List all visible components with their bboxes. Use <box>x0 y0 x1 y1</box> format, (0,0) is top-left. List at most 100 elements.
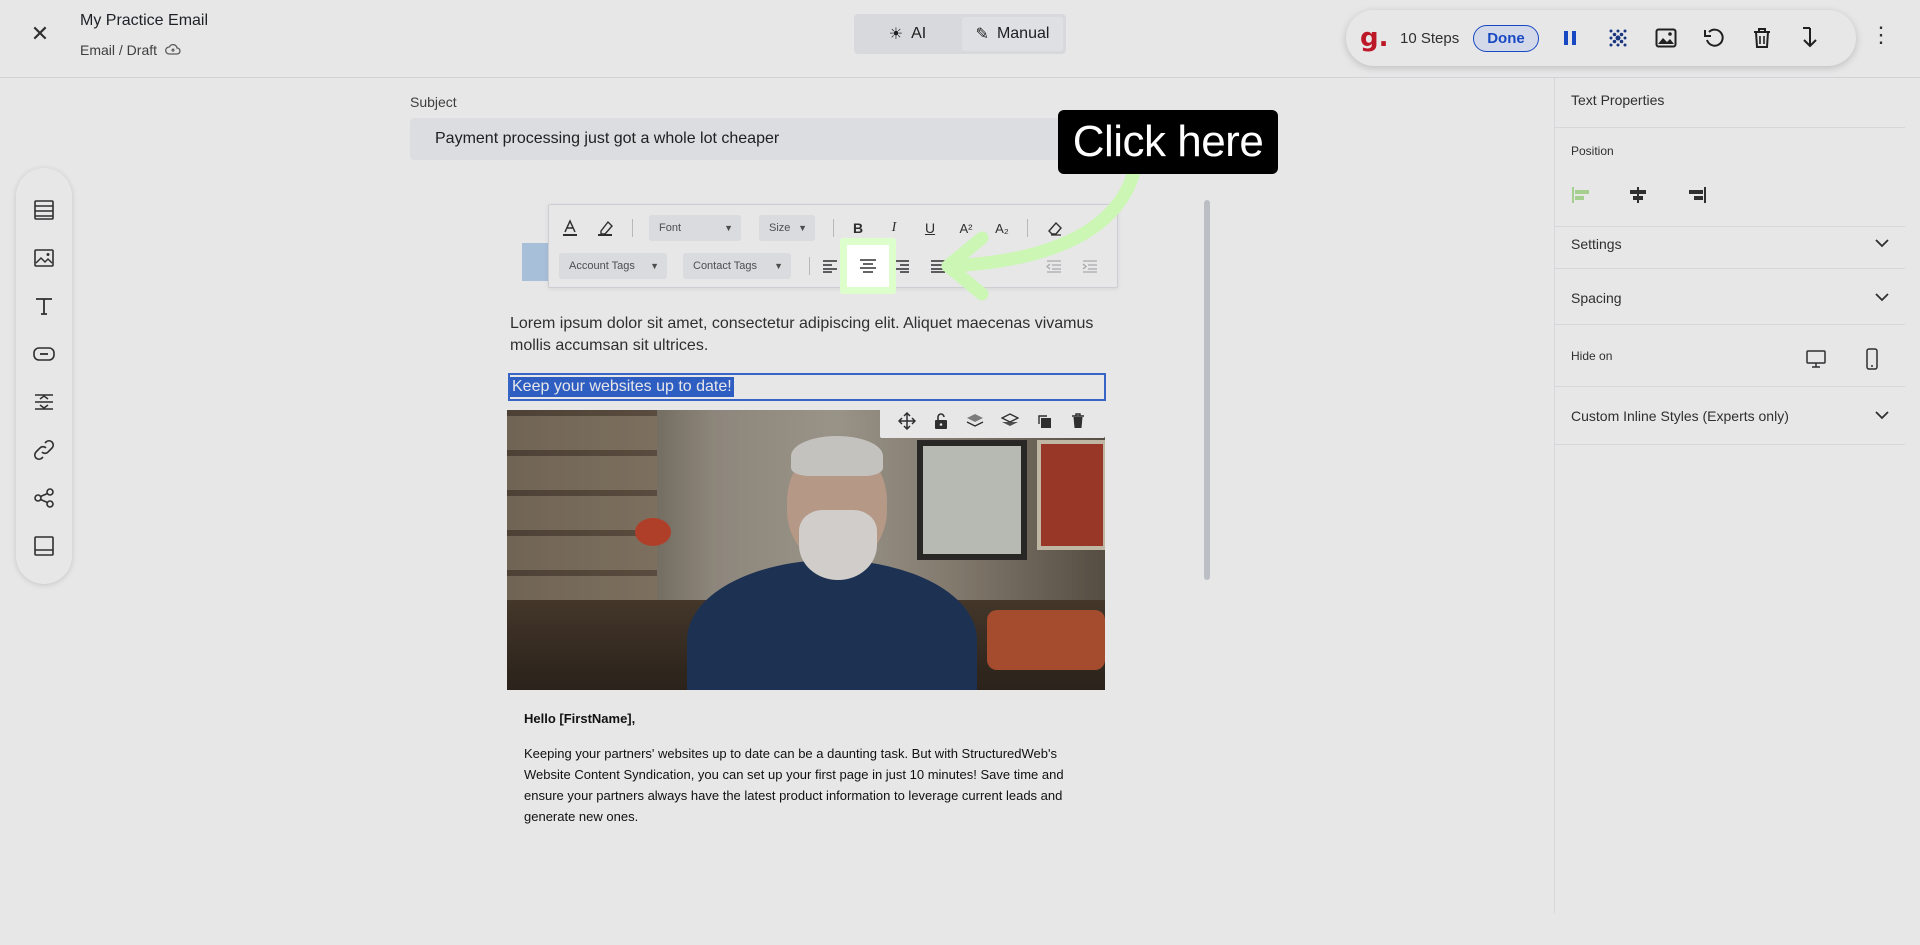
position-center-icon[interactable] <box>1625 182 1651 208</box>
custom-styles-label: Custom Inline Styles (Experts only) <box>1571 408 1789 424</box>
footer-icon[interactable] <box>32 534 56 558</box>
desktop-icon[interactable] <box>1803 346 1829 372</box>
steps-count: 10 Steps <box>1400 29 1460 47</box>
settings-label: Settings <box>1571 236 1622 252</box>
superscript-button[interactable]: A² <box>955 217 977 239</box>
close-icon[interactable]: ✕ <box>28 22 52 46</box>
social-icon[interactable] <box>32 486 56 510</box>
position-right-icon[interactable] <box>1683 182 1709 208</box>
delete-block-icon[interactable] <box>1067 410 1089 432</box>
rich-text-toolbar: Font ▼ Size ▼ B I U A² A₂ Account Tags ▼ Co… <box>548 204 1118 288</box>
align-justify-icon[interactable] <box>927 255 949 277</box>
account-tags-select[interactable]: Account Tags ▼ <box>559 253 667 279</box>
manual-mode-button[interactable]: ✎ Manual <box>962 17 1063 51</box>
left-tool-rail <box>16 168 72 584</box>
italic-button[interactable]: I <box>883 217 905 239</box>
panel-divider <box>1555 386 1905 387</box>
subject-label: Subject <box>410 94 457 110</box>
selected-row-marker <box>522 243 550 281</box>
ai-mode-label: AI <box>911 25 927 42</box>
top-bar: ✕ My Practice Email Email / Draft ☀ AI ✎… <box>0 0 1920 78</box>
chevron-down-icon <box>1875 409 1889 423</box>
bold-button[interactable]: B <box>847 217 869 239</box>
chevron-down-icon: ▼ <box>724 223 733 233</box>
panel-divider <box>1555 226 1905 227</box>
layer-down-icon[interactable] <box>999 410 1021 432</box>
subscript-button[interactable]: A₂ <box>991 217 1013 239</box>
sparkle-icon: ☀ <box>888 26 904 43</box>
spacing-section[interactable]: Spacing <box>1571 287 1889 309</box>
text-icon[interactable] <box>32 294 56 318</box>
canvas-scrollbar[interactable] <box>1204 200 1210 580</box>
toolbar-separator <box>632 219 633 237</box>
align-center-icon <box>860 259 876 273</box>
contact-tags-label: Contact Tags <box>693 260 758 272</box>
click-here-callout: Click here <box>1058 110 1278 174</box>
image-icon[interactable] <box>1649 21 1683 55</box>
image-icon[interactable] <box>32 246 56 270</box>
font-select-label: Font <box>659 222 682 234</box>
position-left-icon[interactable] <box>1569 182 1595 208</box>
delete-icon[interactable] <box>1745 21 1779 55</box>
manual-mode-label: Manual <box>996 25 1050 42</box>
panel-divider <box>1555 324 1905 325</box>
document-title: My Practice Email <box>80 12 209 29</box>
rows-icon[interactable] <box>32 198 56 222</box>
account-tags-label: Account Tags <box>569 260 635 272</box>
layer-up-icon[interactable] <box>964 410 986 432</box>
chevron-down-icon: ▼ <box>798 223 807 233</box>
spacing-label: Spacing <box>1571 290 1622 306</box>
image-person-beard <box>799 510 877 580</box>
toolbar-separator <box>833 219 834 237</box>
duplicate-icon[interactable] <box>1033 410 1055 432</box>
hide-on-label: Hide on <box>1571 349 1613 363</box>
document-breadcrumb: Email / Draft <box>80 42 181 58</box>
chevron-down-icon: ▼ <box>774 261 783 271</box>
clear-format-icon[interactable] <box>1044 217 1066 239</box>
toolbar-separator <box>1027 219 1028 237</box>
position-label: Position <box>1571 144 1614 158</box>
selected-heading-block[interactable]: Keep your websites up to date! <box>508 373 1106 401</box>
chevron-down-icon <box>1875 237 1889 251</box>
settings-section[interactable]: Settings <box>1571 233 1889 255</box>
mobile-icon[interactable] <box>1859 346 1885 372</box>
hero-image[interactable] <box>507 410 1105 690</box>
size-select[interactable]: Size ▼ <box>759 215 815 241</box>
unlock-icon[interactable] <box>930 410 952 432</box>
align-center-button[interactable] <box>840 238 896 294</box>
image-toy-plane <box>635 518 671 546</box>
mode-toggle: ☀ AI ✎ Manual <box>854 14 1066 54</box>
more-options-icon[interactable]: ⋮ <box>1870 22 1892 48</box>
selected-heading-text[interactable]: Keep your websites up to date! <box>510 377 734 397</box>
move-icon[interactable] <box>896 410 918 432</box>
ai-mode-button[interactable]: ☀ AI <box>857 17 958 51</box>
done-button[interactable]: Done <box>1473 24 1539 52</box>
panel-divider <box>1555 127 1905 128</box>
align-left-icon[interactable] <box>819 255 841 277</box>
image-person-hair <box>791 436 883 476</box>
button-icon[interactable] <box>32 342 56 366</box>
panel-divider <box>1555 444 1905 445</box>
custom-styles-section[interactable]: Custom Inline Styles (Experts only) <box>1571 405 1889 427</box>
chevron-down-icon: ▼ <box>650 261 659 271</box>
panel-divider <box>1555 268 1905 269</box>
indent-icon[interactable] <box>1079 255 1101 277</box>
blur-icon[interactable] <box>1601 21 1635 55</box>
body-paragraph[interactable]: Keeping your partners' websites up to da… <box>524 743 1094 827</box>
download-icon[interactable] <box>1793 21 1827 55</box>
image-sofa <box>987 610 1105 670</box>
pause-icon[interactable] <box>1553 21 1587 55</box>
greeting-text[interactable]: Hello [FirstName], <box>524 711 635 726</box>
link-icon[interactable] <box>32 438 56 462</box>
highlight-icon[interactable] <box>595 217 617 239</box>
underline-button[interactable]: U <box>919 217 941 239</box>
pencil-icon: ✎ <box>975 26 989 43</box>
lorem-paragraph[interactable]: Lorem ipsum dolor sit amet, consectetur … <box>510 313 1100 357</box>
divider-icon[interactable] <box>32 390 56 414</box>
font-select[interactable]: Font ▼ <box>649 215 741 241</box>
chevron-down-icon <box>1875 291 1889 305</box>
undo-icon[interactable] <box>1697 21 1731 55</box>
text-color-icon[interactable] <box>559 217 581 239</box>
outdent-icon[interactable] <box>1043 255 1065 277</box>
contact-tags-select[interactable]: Contact Tags ▼ <box>683 253 791 279</box>
